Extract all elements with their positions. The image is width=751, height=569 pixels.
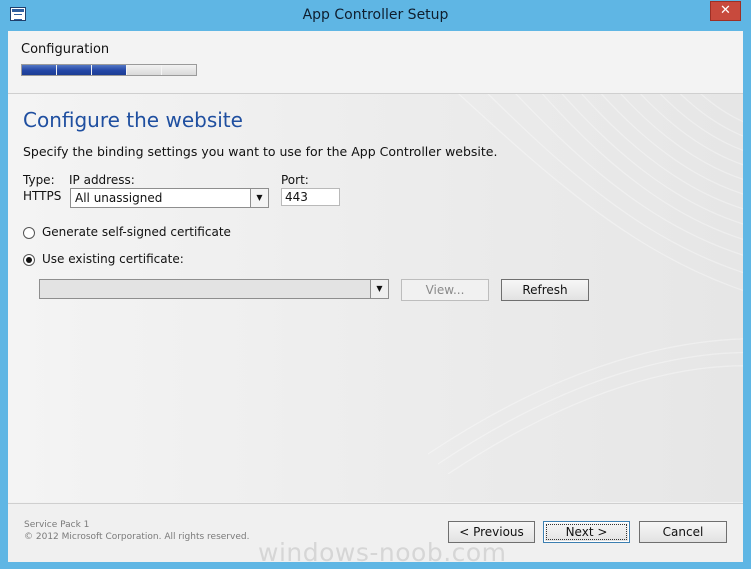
title-bar: App Controller Setup ✕ xyxy=(0,0,751,31)
page-title: Configure the website xyxy=(23,108,243,132)
copyright-text: © 2012 Microsoft Corporation. All rights… xyxy=(24,532,250,542)
chevron-down-icon[interactable]: ▼ xyxy=(250,189,268,207)
progress-step xyxy=(57,65,92,75)
existing-certificate-radio[interactable] xyxy=(23,254,35,266)
wizard-progress-bar xyxy=(21,64,197,76)
service-pack-text: Service Pack 1 xyxy=(24,520,90,530)
port-label: Port: xyxy=(281,173,309,187)
progress-step xyxy=(22,65,57,75)
wizard-header: Configuration xyxy=(8,31,743,94)
type-value: HTTPS xyxy=(23,189,62,203)
view-button[interactable]: View... xyxy=(401,279,489,301)
self-signed-label[interactable]: Generate self-signed certificate xyxy=(42,225,231,239)
chevron-down-icon[interactable]: ▼ xyxy=(370,280,388,298)
ip-address-dropdown[interactable]: All unassigned ▼ xyxy=(70,188,269,208)
ip-address-label: IP address: xyxy=(69,173,135,187)
type-label: Type: xyxy=(23,173,55,187)
progress-step xyxy=(127,65,162,75)
refresh-button[interactable]: Refresh xyxy=(501,279,589,301)
setup-window: App Controller Setup ✕ Configuration Con… xyxy=(0,0,751,569)
close-icon: ✕ xyxy=(720,3,731,18)
wizard-content: Configure the website Specify the bindin… xyxy=(8,94,743,502)
progress-step xyxy=(92,65,127,75)
site-watermark: windows-noob.com xyxy=(258,538,507,567)
certificate-dropdown[interactable]: ▼ xyxy=(39,279,389,299)
cancel-button[interactable]: Cancel xyxy=(639,521,727,543)
close-button[interactable]: ✕ xyxy=(710,1,741,21)
progress-step xyxy=(162,65,196,75)
dialog-body: Configuration Configure the website Spec… xyxy=(8,31,743,562)
window-title: App Controller Setup xyxy=(302,7,449,23)
existing-certificate-label[interactable]: Use existing certificate: xyxy=(42,252,184,266)
next-button[interactable]: Next > xyxy=(543,521,630,543)
port-input[interactable]: 443 xyxy=(281,188,340,206)
page-instruction: Specify the binding settings you want to… xyxy=(23,144,498,159)
section-label: Configuration xyxy=(21,42,110,57)
self-signed-radio[interactable] xyxy=(23,227,35,239)
ip-address-value: All unassigned xyxy=(75,191,163,205)
